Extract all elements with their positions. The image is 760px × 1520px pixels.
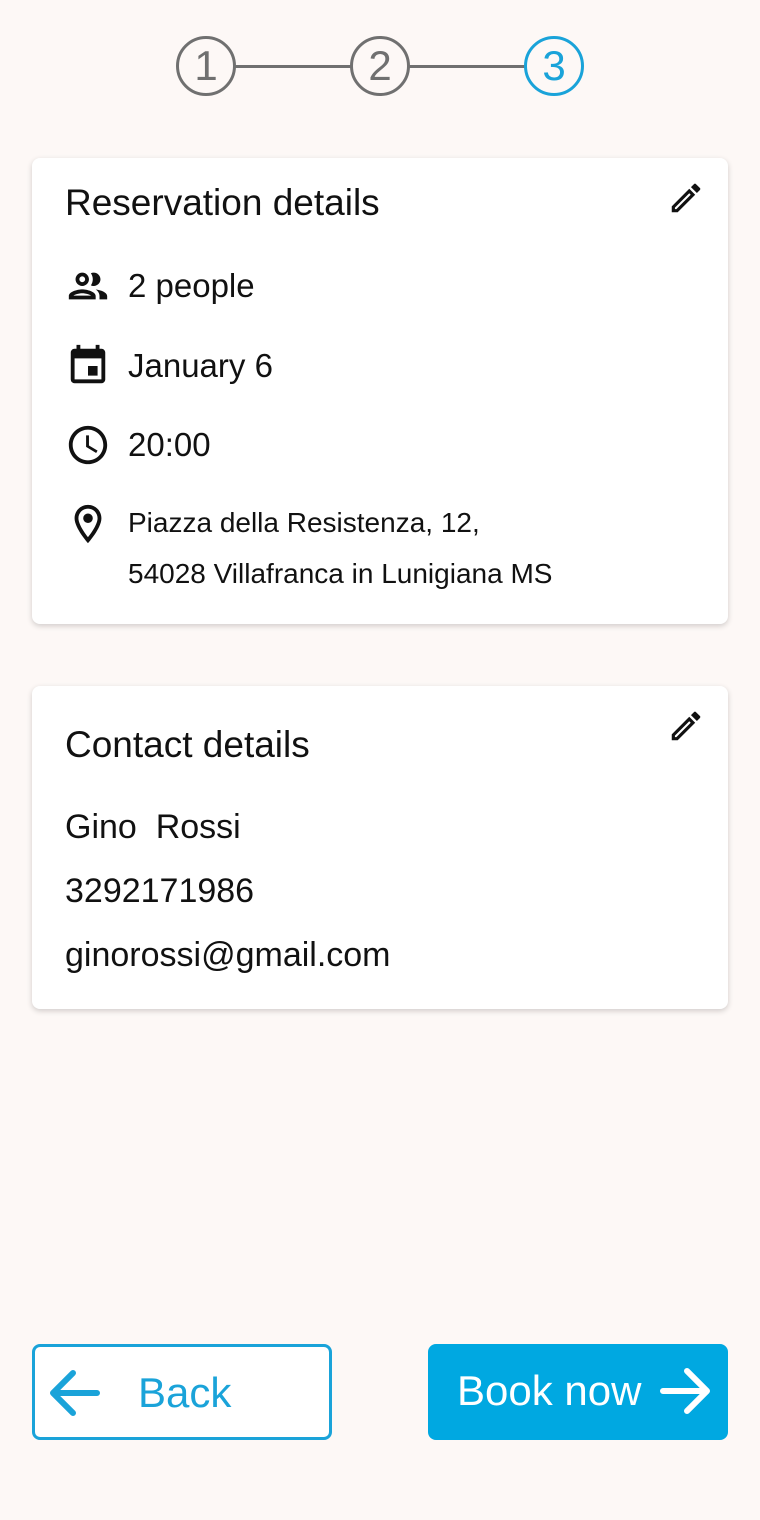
book-now-label: Book now xyxy=(457,1367,642,1414)
contact-phone: 3292171986 xyxy=(65,872,255,910)
address-line-2: 54028 Villafranca in Lunigiana MS xyxy=(128,558,553,589)
contact-details-card: Contact details Gino Rossi 3292171986 gi… xyxy=(32,686,728,1009)
step-2-indicator: 2 xyxy=(350,36,410,96)
edit-contact-button[interactable] xyxy=(664,704,708,748)
progress-stepper: 1 2 3 xyxy=(176,36,586,96)
pencil-icon xyxy=(671,711,701,741)
people-icon xyxy=(65,263,111,309)
reservation-date: January 6 xyxy=(128,347,273,384)
reservation-details-title: Reservation details xyxy=(65,182,380,223)
reservation-time: 20:00 xyxy=(128,426,211,463)
reservation-address: Piazza della Resistenza, 12, 54028 Villa… xyxy=(128,497,552,599)
book-now-button[interactable]: Book now xyxy=(428,1344,728,1440)
arrow-right-icon xyxy=(659,1366,715,1416)
address-line-1: Piazza della Resistenza, 12, xyxy=(128,507,480,538)
step-number: 2 xyxy=(368,42,392,89)
back-button[interactable]: Back xyxy=(32,1344,332,1440)
step-connector xyxy=(234,65,352,68)
time-row: 20:00 xyxy=(65,422,211,468)
contact-name: Gino Rossi xyxy=(65,808,241,846)
calendar-icon xyxy=(65,343,111,389)
edit-reservation-button[interactable] xyxy=(664,176,708,220)
step-number: 1 xyxy=(194,42,218,89)
reservation-details-card: Reservation details 2 people January 6 2… xyxy=(32,158,728,624)
date-row: January 6 xyxy=(65,343,273,389)
back-label: Back xyxy=(138,1369,232,1416)
people-count: 2 people xyxy=(128,267,255,304)
people-row: 2 people xyxy=(65,263,255,309)
step-number: 3 xyxy=(542,42,566,89)
location-pin-icon xyxy=(65,501,111,547)
step-1-indicator: 1 xyxy=(176,36,236,96)
step-3-indicator: 3 xyxy=(524,36,584,96)
clock-icon xyxy=(65,422,111,468)
contact-details-title: Contact details xyxy=(65,724,310,765)
contact-email: ginorossi@gmail.com xyxy=(65,936,391,974)
arrow-left-icon xyxy=(45,1368,101,1418)
step-connector xyxy=(408,65,526,68)
pencil-icon xyxy=(671,183,701,213)
